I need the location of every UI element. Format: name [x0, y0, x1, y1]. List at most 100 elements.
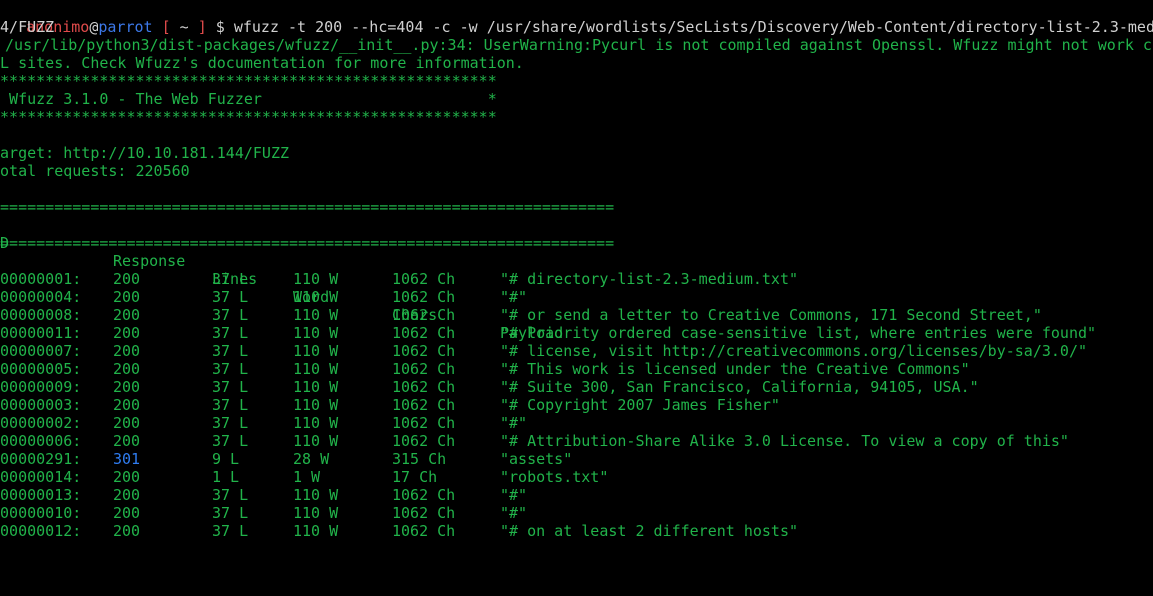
table-row: 000000009: 200 37 L 110 W 1062 Ch "# Suite 30… [0, 378, 1153, 396]
row-lines: 9 L [212, 450, 240, 468]
row-lines: 37 L [212, 324, 249, 342]
row-id: 000000013: [0, 486, 82, 504]
row-payload: "# directory-list-2.3-medium.txt" [500, 270, 799, 288]
table-row: 000000291: 301 9 L 28 W 315 Ch "assets" [0, 450, 1153, 468]
row-response: 200 [113, 432, 141, 450]
prompt-dir: ~ [179, 18, 189, 36]
row-chars: 1062 Ch [392, 360, 456, 378]
row-payload: "robots.txt" [500, 468, 609, 486]
row-chars: 1062 Ch [392, 396, 456, 414]
row-word: 110 W [293, 504, 339, 522]
row-payload: "# Priority ordered case-sensitive list,… [500, 324, 1097, 342]
table-row: 000000001: 200 37 L 110 W 1062 Ch "# director… [0, 270, 1153, 288]
row-id: 000000001: [0, 270, 82, 288]
table-header: ID Response Lines Word Chars Payload [0, 216, 1153, 342]
row-id: 000000291: [0, 450, 82, 468]
row-chars: 1062 Ch [392, 342, 456, 360]
row-id: 000000008: [0, 306, 82, 324]
row-chars: 1062 Ch [392, 288, 456, 306]
table-row: 000000006: 200 37 L 110 W 1062 Ch "# Attribut… [0, 432, 1153, 450]
row-id: 000000009: [0, 378, 82, 396]
row-response: 200 [113, 360, 141, 378]
row-word: 110 W [293, 270, 339, 288]
row-lines: 37 L [212, 360, 249, 378]
row-lines: 37 L [212, 486, 249, 504]
table-row: 000000005: 200 37 L 110 W 1062 Ch "# This wor… [0, 360, 1153, 378]
row-word: 110 W [293, 414, 339, 432]
row-response: 200 [113, 288, 141, 306]
row-lines: 37 L [212, 342, 249, 360]
table-row: 000000011: 200 37 L 110 W 1062 Ch "# Priority… [0, 324, 1153, 342]
row-chars: 315 Ch [392, 450, 447, 468]
row-lines: 37 L [212, 396, 249, 414]
row-chars: 1062 Ch [392, 378, 456, 396]
row-payload: "# on at least 2 different hosts" [500, 522, 799, 540]
row-response: 200 [113, 504, 141, 522]
table-row: 000000007: 200 37 L 110 W 1062 Ch "# license,… [0, 342, 1153, 360]
row-lines: 37 L [212, 288, 249, 306]
row-id: 000000007: [0, 342, 82, 360]
command-text: wfuzz -t 200 --hc=404 -c -w /usr/share/w… [233, 18, 1153, 36]
row-id: 000000011: [0, 324, 82, 342]
row-id: 000000014: [0, 468, 82, 486]
row-response: 200 [113, 486, 141, 504]
row-lines: 37 L [212, 270, 249, 288]
row-payload: "#" [500, 504, 528, 522]
header-response: Response [113, 252, 186, 270]
row-response: 200 [113, 378, 141, 396]
table-separator-top: ========================================… [0, 198, 615, 216]
row-word: 1 W [293, 468, 321, 486]
row-word: 110 W [293, 288, 339, 306]
row-word: 110 W [293, 486, 339, 504]
row-payload: "#" [500, 288, 528, 306]
row-word: 110 W [293, 522, 339, 540]
row-payload: "# or send a letter to Creative Commons,… [500, 306, 1042, 324]
terminal-window[interactable]: anonimo@parrot [ ~ ] $ wfuzz -t 200 --hc… [0, 0, 1153, 596]
command-continuation: 44/FUZZ [0, 18, 55, 36]
row-response: 200 [113, 396, 141, 414]
table-row: 000000010: 200 37 L 110 W 1062 Ch "#" [0, 504, 1153, 522]
row-id: 000000010: [0, 504, 82, 522]
row-lines: 37 L [212, 504, 249, 522]
row-lines: 37 L [212, 522, 249, 540]
row-response: 200 [113, 324, 141, 342]
table-row: 000000002: 200 37 L 110 W 1062 Ch "#" [0, 414, 1153, 432]
row-id: 000000012: [0, 522, 82, 540]
row-word: 110 W [293, 360, 339, 378]
table-separator-bottom: ========================================… [0, 234, 615, 252]
row-chars: 1062 Ch [392, 432, 456, 450]
row-response: 200 [113, 468, 141, 486]
row-payload: "#" [500, 486, 528, 504]
target-line: Target: http://10.10.181.144/FUZZ [0, 144, 290, 162]
prompt-dir-close: ] [197, 18, 207, 36]
prompt-line: anonimo@parrot [ ~ ] $ wfuzz -t 200 --hc… [0, 0, 1153, 36]
row-chars: 1062 Ch [392, 414, 456, 432]
warning-line-2: SL sites. Check Wfuzz's documentation fo… [0, 54, 524, 72]
row-payload: "# Attribution-Share Alike 3.0 License. … [500, 432, 1069, 450]
row-id: 000000002: [0, 414, 82, 432]
row-word: 110 W [293, 432, 339, 450]
row-chars: 1062 Ch [392, 306, 456, 324]
row-response: 200 [113, 306, 141, 324]
row-response: 200 [113, 342, 141, 360]
table-row: 000000004: 200 37 L 110 W 1062 Ch "#" [0, 288, 1153, 306]
row-chars: 1062 Ch [392, 504, 456, 522]
row-payload: "#" [500, 414, 528, 432]
row-payload: "# license, visit http://creativecommons… [500, 342, 1087, 360]
prompt-host: parrot [98, 18, 153, 36]
row-lines: 1 L [212, 468, 240, 486]
row-lines: 37 L [212, 378, 249, 396]
banner-title: * Wfuzz 3.1.0 - The Web Fuzzer * [0, 90, 497, 108]
row-payload: "assets" [500, 450, 573, 468]
row-response: 200 [113, 522, 141, 540]
row-id: 000000003: [0, 396, 82, 414]
row-response: 301 [113, 450, 141, 468]
row-payload: "# Suite 300, San Francisco, California,… [500, 378, 979, 396]
table-row: 000000008: 200 37 L 110 W 1062 Ch "# or send … [0, 306, 1153, 324]
banner-border-bottom: ****************************************… [0, 108, 497, 126]
row-word: 110 W [293, 306, 339, 324]
row-lines: 37 L [212, 306, 249, 324]
row-lines: 37 L [212, 414, 249, 432]
warning-line-1: /usr/lib/python3/dist-packages/wfuzz/__i… [0, 36, 1153, 54]
row-chars: 1062 Ch [392, 486, 456, 504]
